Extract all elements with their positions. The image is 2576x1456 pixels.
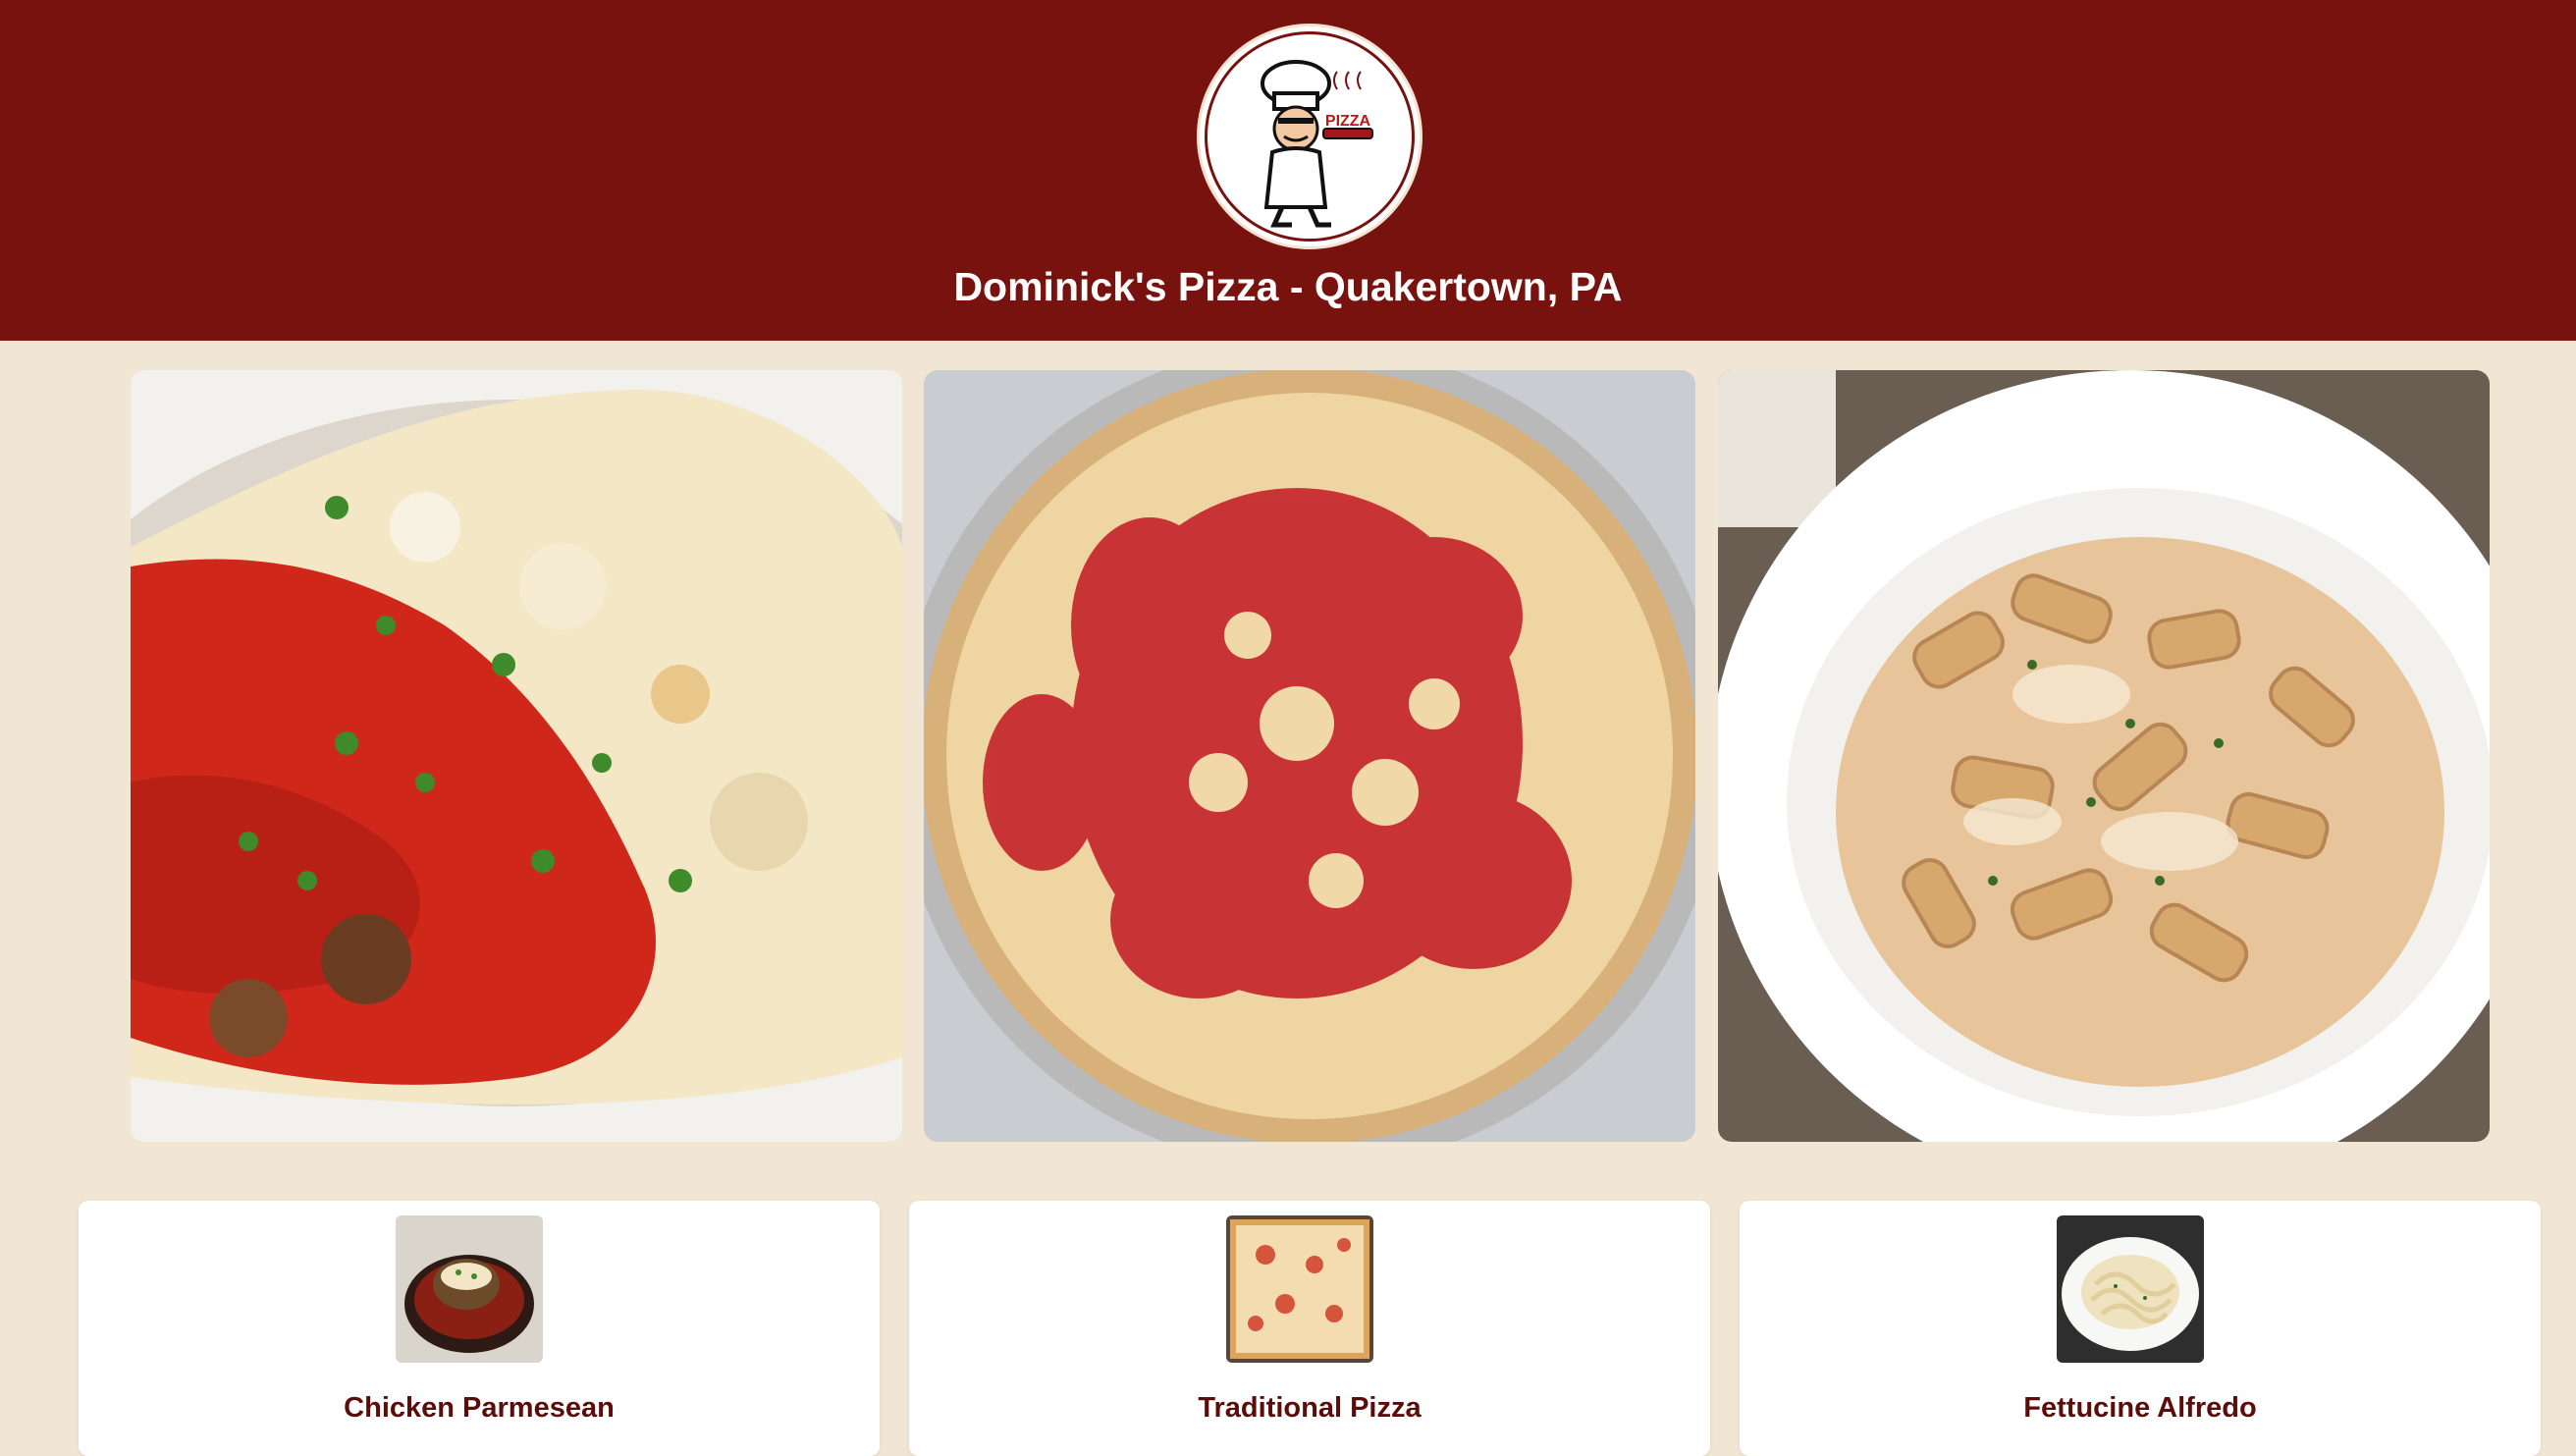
tomato-pie-photo[interactable] [924,370,1695,1142]
chef-logo-icon[interactable]: PIZZA [1200,27,1420,246]
chicken-parmesean-photo[interactable] [131,370,902,1142]
chicken-parmesean-thumb [396,1215,543,1363]
page-title: Dominick's Pizza - Quakertown, PA [953,264,1623,309]
fettucine-alfredo-thumb [2057,1215,2204,1363]
menu-card-label: Chicken Parmesean [344,1392,615,1424]
menu-card-chicken-parmesean[interactable]: Chicken Parmesean [79,1201,880,1456]
site-header: PIZZA Dominick's Pizza - Quakertown, PA [0,0,2576,341]
menu-card-label: Traditional Pizza [1198,1392,1422,1424]
traditional-pizza-thumb [1226,1215,1373,1363]
menu-card-traditional-pizza[interactable]: Traditional Pizza [909,1201,1710,1456]
logo-ring [1205,31,1415,242]
menu-card-fettucine-alfredo[interactable]: Fettucine Alfredo [1740,1201,2541,1456]
rigatoni-photo[interactable] [1718,370,2490,1142]
menu-card-label: Fettucine Alfredo [2023,1392,2257,1424]
